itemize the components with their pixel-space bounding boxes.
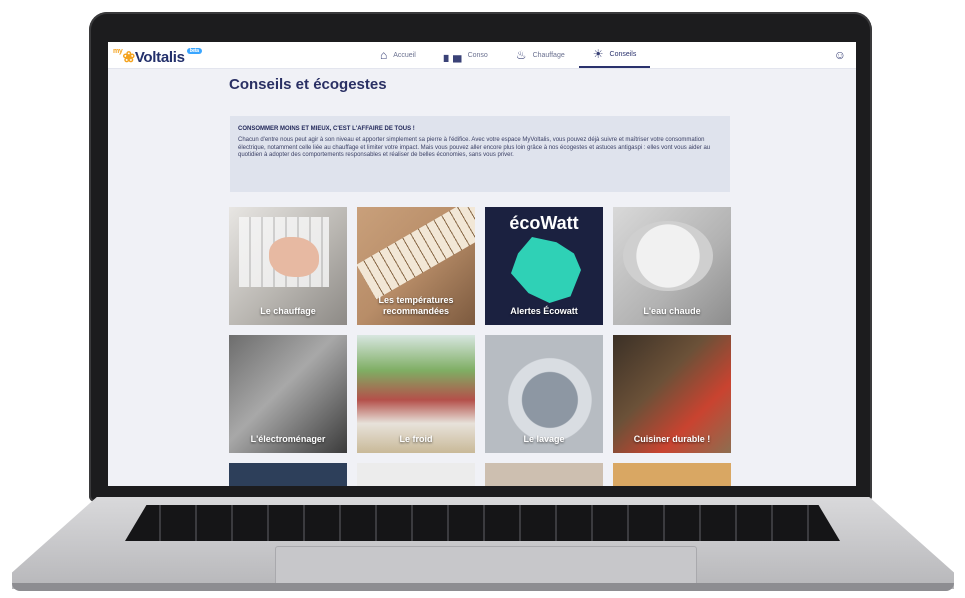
tile-label: Alertes Écowatt <box>510 306 578 316</box>
laptop-keyboard <box>125 505 840 541</box>
tile-label: Le froid <box>399 434 433 444</box>
shower-head-image <box>623 221 713 291</box>
tile-partial[interactable] <box>229 463 347 486</box>
tile-label: Le lavage <box>523 434 565 444</box>
lightbulb-icon: ☀ <box>592 47 604 61</box>
logo-badge: beta <box>186 48 202 54</box>
nav-label: Conseils <box>609 50 637 58</box>
intro-box: CONSOMMER MOINS ET MIEUX, C'EST L'AFFAIR… <box>230 116 730 192</box>
logo-leaf-icon: ❀ <box>122 49 136 66</box>
consumption-chart-icon: ▖▄ <box>443 48 462 62</box>
page-title: Conseils et écogestes <box>229 76 387 93</box>
tile-temperatures[interactable]: Les températures recommandées <box>357 207 475 325</box>
main-nav: ⌂ Accueil ▖▄ Conso ♨ Chauffage ☀ Conseil… <box>366 42 651 68</box>
voltalis-logo[interactable]: my❀Voltalis beta <box>113 48 202 66</box>
user-account-icon[interactable]: ☺ <box>834 48 846 62</box>
tile-label: Cuisiner durable ! <box>633 434 711 444</box>
tile-partial[interactable] <box>357 463 475 486</box>
intro-heading: CONSOMMER MOINS ET MIEUX, C'EST L'AFFAIR… <box>238 126 415 132</box>
tile-label: L'eau chaude <box>643 306 701 316</box>
tile-ecowatt[interactable]: écoWatt Alertes Écowatt <box>485 207 603 325</box>
tile-cuisiner-durable[interactable]: Cuisiner durable ! <box>613 335 731 453</box>
advice-grid: Le chauffage Les températures recommandé… <box>229 207 731 486</box>
tile-chauffage[interactable]: Le chauffage <box>229 207 347 325</box>
thermometer-image <box>357 207 475 300</box>
nav-label: Accueil <box>393 51 416 59</box>
app-screen: my❀Voltalis beta ⌂ Accueil ▖▄ Conso ♨ Cha… <box>108 42 856 486</box>
tile-electromenager[interactable]: L'électroménager <box>229 335 347 453</box>
tile-lavage[interactable]: Le lavage <box>485 335 603 453</box>
tile-label: L'électroménager <box>250 434 326 444</box>
tile-eau-chaude[interactable]: L'eau chaude <box>613 207 731 325</box>
nav-label: Conso <box>467 51 488 59</box>
logo-prefix: my <box>113 48 123 55</box>
logo-text: Voltalis <box>134 49 185 66</box>
ecowatt-logo: écoWatt <box>509 213 579 233</box>
nav-item-chauffage[interactable]: ♨ Chauffage <box>502 42 579 68</box>
hands-image <box>269 237 319 277</box>
top-navigation-bar: my❀Voltalis beta ⌂ Accueil ▖▄ Conso ♨ Cha… <box>108 42 856 69</box>
tile-partial[interactable] <box>485 463 603 486</box>
intro-text: Chacun d'entre nous peut agir à son nive… <box>238 137 711 159</box>
nav-item-accueil[interactable]: ⌂ Accueil <box>366 42 430 68</box>
nav-item-conso[interactable]: ▖▄ Conso <box>430 42 502 68</box>
tile-froid[interactable]: Le froid <box>357 335 475 453</box>
tile-label: Le chauffage <box>260 306 316 316</box>
nav-item-conseils[interactable]: ☀ Conseils <box>578 42 651 68</box>
nav-label: Chauffage <box>532 51 565 59</box>
heating-icon: ♨ <box>515 48 527 62</box>
france-map-image <box>511 237 581 303</box>
tile-label: Les températures recommandées <box>378 295 454 316</box>
laptop-base-edge <box>12 583 954 591</box>
laptop-trackpad <box>275 546 697 588</box>
tile-partial[interactable] <box>613 463 731 486</box>
home-icon: ⌂ <box>380 48 388 62</box>
